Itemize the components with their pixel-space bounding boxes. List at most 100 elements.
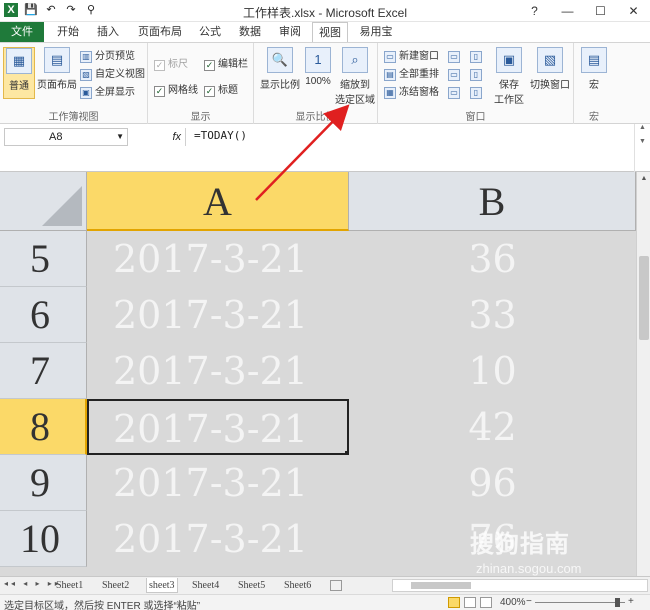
- cell-b8[interactable]: 42: [349, 399, 636, 455]
- save-workspace-icon: ▣: [496, 47, 522, 73]
- row-header[interactable]: 5: [0, 231, 87, 287]
- watermark-url: zhinan.sogou.com: [476, 561, 582, 576]
- macros-button[interactable]: ▤ 宏: [580, 47, 608, 91]
- cell-a10[interactable]: 2017-3-21: [87, 511, 349, 567]
- cell-b9[interactable]: 96: [349, 455, 636, 511]
- tab-home[interactable]: 开始: [52, 22, 84, 42]
- zoom-label: 显示比例: [260, 80, 300, 91]
- headings-checkbox[interactable]: ✓ 标题: [204, 83, 238, 99]
- cell-a6[interactable]: 2017-3-21: [87, 287, 349, 343]
- minimize-button[interactable]: —: [551, 0, 584, 22]
- cell-a9[interactable]: 2017-3-21: [87, 455, 349, 511]
- help-button[interactable]: ?: [518, 0, 551, 22]
- normal-view-button[interactable]: ▦ 普通: [3, 47, 35, 99]
- column-header-a[interactable]: A: [87, 172, 349, 231]
- view-side-by-side-button[interactable]: ▯: [470, 49, 482, 65]
- tab-review[interactable]: 审阅: [274, 22, 306, 42]
- macros-icon: ▤: [581, 47, 607, 73]
- name-box-dropdown-icon[interactable]: ▼: [116, 129, 124, 145]
- column-header-b[interactable]: B: [349, 172, 636, 231]
- custom-views-button[interactable]: ▧ 自定义视图: [80, 67, 145, 83]
- name-box[interactable]: A8 ▼: [4, 128, 128, 146]
- select-all-button[interactable]: [0, 172, 87, 231]
- watermark-brand: 搜狗指南: [470, 531, 570, 558]
- headings-check-icon: ✓: [204, 85, 215, 97]
- insert-sheet-icon[interactable]: [330, 580, 342, 591]
- unhide-button[interactable]: ▭: [448, 85, 460, 101]
- zoom-slider-knob[interactable]: [615, 598, 620, 607]
- zoom-in-icon[interactable]: +: [628, 596, 634, 607]
- row-header[interactable]: 7: [0, 343, 87, 399]
- row-header-selected[interactable]: 8: [0, 399, 87, 455]
- sheet-nav-buttons[interactable]: ◂◂ ◂ ▸ ▸▸: [4, 579, 62, 588]
- tab-easy-tools[interactable]: 易用宝: [354, 22, 398, 42]
- tab-view[interactable]: 视图: [312, 22, 348, 42]
- full-screen-button[interactable]: ▣ 全屏显示: [80, 85, 135, 101]
- arrange-all-label: 全部重排: [399, 69, 439, 80]
- vertical-scrollbar[interactable]: ▲: [636, 172, 650, 576]
- tab-data[interactable]: 数据: [234, 22, 266, 42]
- horizontal-scroll-thumb[interactable]: [411, 582, 471, 589]
- tab-formulas[interactable]: 公式: [194, 22, 226, 42]
- page-layout-status-icon[interactable]: [464, 597, 476, 608]
- hide-icon: ▭: [448, 69, 460, 81]
- split-button[interactable]: ▭: [448, 49, 460, 65]
- ruler-checkbox[interactable]: ✓ 标尺: [154, 57, 188, 73]
- row-header[interactable]: 10: [0, 511, 87, 567]
- page-layout-view-button[interactable]: ▤ 页面布局: [37, 47, 77, 91]
- cell-b6[interactable]: 33: [349, 287, 636, 343]
- tab-page-layout[interactable]: 页面布局: [132, 22, 188, 42]
- tab-insert[interactable]: 插入: [92, 22, 124, 42]
- side-by-side-icon: ▯: [470, 51, 482, 63]
- sheet-tab[interactable]: Sheet5: [238, 578, 265, 593]
- zoom-100-button[interactable]: 1 100%: [304, 47, 332, 87]
- row-header[interactable]: 6: [0, 287, 87, 343]
- sheet-tab[interactable]: Sheet2: [102, 578, 129, 593]
- tab-file[interactable]: 文件: [0, 22, 44, 42]
- horizontal-scrollbar[interactable]: [392, 579, 648, 592]
- new-window-icon: ▭: [384, 51, 396, 63]
- zoom-to-selection-button[interactable]: ⌕ 缩放到 选定区域: [334, 47, 376, 106]
- hide-button[interactable]: ▭: [448, 67, 460, 83]
- formula-bar-checkbox[interactable]: ✓ 编辑栏: [204, 57, 248, 73]
- cell-a7[interactable]: 2017-3-21: [87, 343, 349, 399]
- cell-a5[interactable]: 2017-3-21: [87, 231, 349, 287]
- zoom-out-icon[interactable]: −: [526, 596, 532, 607]
- zoom-button[interactable]: 🔍 显示比例: [258, 47, 302, 91]
- arrange-all-button[interactable]: ▤ 全部重排: [384, 67, 439, 83]
- insert-function-button[interactable]: fx: [140, 128, 186, 146]
- row-header[interactable]: 9: [0, 455, 87, 511]
- sheet-tab[interactable]: Sheet6: [284, 578, 311, 593]
- maximize-button[interactable]: ☐: [584, 0, 617, 22]
- sheet-tab[interactable]: Sheet4: [192, 578, 219, 593]
- active-cell-a8[interactable]: 2017-3-21: [87, 399, 349, 455]
- zoom-level[interactable]: 400%: [500, 597, 526, 608]
- zoom-100-icon: 1: [305, 47, 331, 73]
- page-break-icon: ▥: [80, 51, 92, 63]
- sheet-tab-active[interactable]: sheet3: [146, 578, 178, 593]
- cell-b7[interactable]: 10: [349, 343, 636, 399]
- group-macros: ▤ 宏 宏: [574, 43, 614, 125]
- page-break-preview-button[interactable]: ▥ 分页预览: [80, 49, 135, 65]
- sheet-tab[interactable]: Sheet1: [56, 578, 83, 593]
- save-workspace-button[interactable]: ▣ 保存 工作区: [492, 47, 526, 106]
- formula-input[interactable]: =TODAY(): [194, 129, 247, 142]
- gridlines-checkbox[interactable]: ✓ 网格线: [154, 83, 198, 99]
- page-break-status-icon[interactable]: [480, 597, 492, 608]
- cell-b5[interactable]: 36: [349, 231, 636, 287]
- full-screen-label: 全屏显示: [95, 87, 135, 98]
- formula-bar-scroll[interactable]: ▲ ▼: [634, 124, 650, 172]
- scroll-up-icon[interactable]: ▲: [637, 172, 650, 186]
- gridlines-check-icon: ✓: [154, 85, 165, 97]
- close-button[interactable]: ✕: [617, 0, 650, 22]
- synchronous-scroll-button[interactable]: ▯: [470, 67, 482, 83]
- save-workspace-label-1: 保存: [499, 80, 519, 91]
- zoom-slider[interactable]: [535, 598, 625, 607]
- reset-window-position-button[interactable]: ▯: [470, 85, 482, 101]
- switch-windows-button[interactable]: ▧ 切换窗口: [528, 47, 572, 91]
- freeze-panes-button[interactable]: ▦ 冻结窗格: [384, 85, 439, 101]
- new-window-button[interactable]: ▭ 新建窗口: [384, 49, 439, 65]
- normal-view-status-icon[interactable]: [448, 597, 460, 608]
- split-icon: ▭: [448, 51, 460, 63]
- vertical-scroll-thumb[interactable]: [639, 256, 649, 340]
